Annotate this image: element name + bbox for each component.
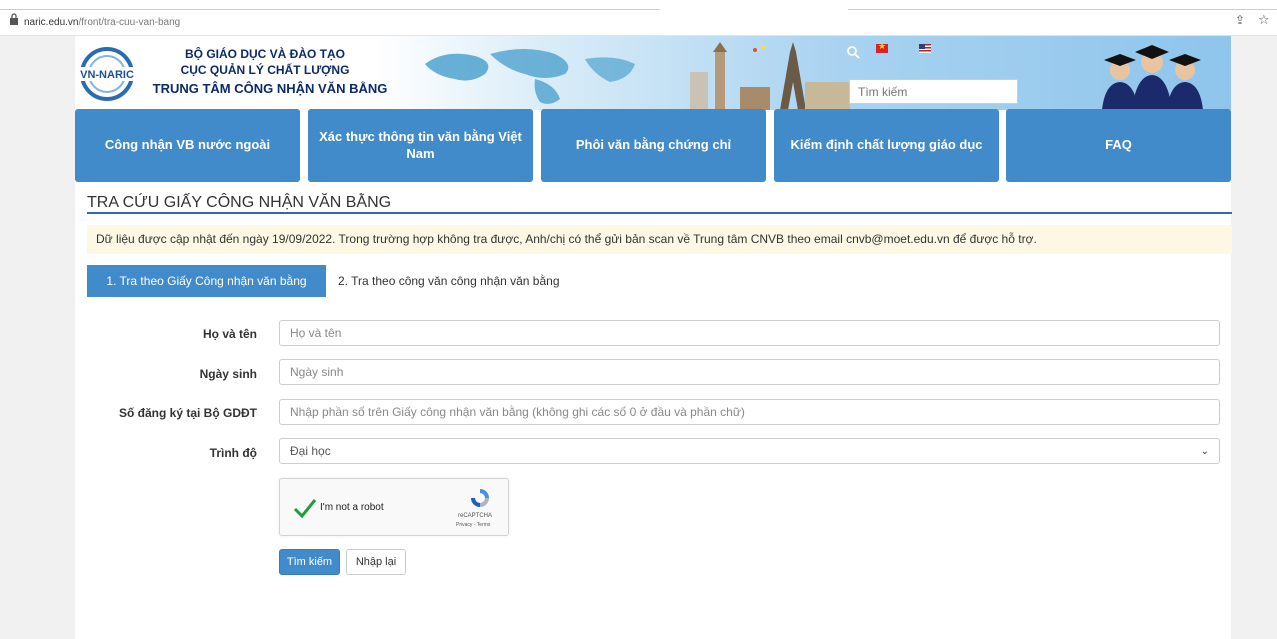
- nav-item-label: Phôi văn bằng chứng chỉ: [575, 137, 732, 153]
- nav-item-degree-blanks[interactable]: Phôi văn bằng chứng chỉ: [541, 109, 766, 182]
- reset-button[interactable]: Nhập lại: [346, 549, 406, 575]
- chevron-down-icon: ⌄: [1200, 445, 1209, 457]
- org-line-ministry: BỘ GIÁO DỤC VÀ ĐÀO TẠO: [184, 47, 345, 61]
- world-map-illustration: [425, 49, 635, 104]
- url-domain: naric.edu.vn: [24, 17, 79, 28]
- recaptcha-label: I'm not a robot: [320, 502, 384, 513]
- tab-strip-line-left: [0, 9, 660, 10]
- org-line-center: TRUNG TÂM CÔNG NHẬN VĂN BẰNG: [152, 81, 388, 96]
- tab-label: 1. Tra theo Giấy Công nhận văn bằng: [106, 274, 307, 288]
- url-path: /front/tra-cuu-van-bang: [78, 17, 181, 28]
- recaptcha-widget: I'm not a robot reCAPTCHA Privacy - Term…: [279, 478, 509, 536]
- bookmark-star-icon[interactable]: ☆: [1258, 12, 1270, 28]
- share-icon[interactable]: ⇪: [1235, 13, 1245, 27]
- education-level-select[interactable]: Đại học ⌄: [279, 438, 1220, 464]
- full-name-label: Họ và tên: [202, 327, 257, 341]
- education-level-value: Đại học: [290, 444, 331, 458]
- url-text[interactable]: naric.edu.vn/front/tra-cuu-van-bang: [24, 17, 180, 28]
- logo-text: VN-NARIC: [80, 69, 134, 81]
- header-search-input[interactable]: [849, 79, 1018, 104]
- main-navigation: Công nhận VB nước ngoài Xác thực thông t…: [75, 109, 1231, 182]
- nav-item-verify-vn-degree[interactable]: Xác thực thông tin văn bằng Việt Nam: [308, 109, 533, 182]
- nav-item-faq[interactable]: FAQ: [1006, 109, 1231, 182]
- tab-label: 2. Tra theo công văn công nhận văn bằng: [338, 274, 560, 288]
- page-title: TRA CỨU GIẤY CÔNG NHẬN VĂN BẰNG: [87, 194, 392, 211]
- full-name-input[interactable]: [279, 320, 1220, 346]
- registration-number-label: Số đăng ký tại Bộ GDĐT: [118, 406, 257, 420]
- page-container: VN-NARIC BỘ GIÁO DỤC VÀ ĐÀO TẠO CỤC QUẢN…: [75, 36, 1232, 639]
- search-button[interactable]: Tìm kiếm: [279, 549, 340, 575]
- nav-item-foreign-degree[interactable]: Công nhận VB nước ngoài: [75, 109, 300, 182]
- tab-strip-line-right: [848, 9, 1277, 10]
- vn-naric-logo[interactable]: VN-NARIC: [77, 46, 137, 102]
- vietnamese-flag-icon[interactable]: [876, 41, 888, 53]
- browser-address-bar: naric.edu.vn/front/tra-cuu-van-bang ⇪ ☆: [0, 0, 1277, 36]
- nav-item-label: FAQ: [1105, 137, 1132, 153]
- education-level-label: Trình độ: [209, 446, 257, 460]
- tab-lookup-by-official-letter[interactable]: 2. Tra theo công văn công nhận văn bằng: [338, 265, 560, 297]
- search-icon[interactable]: [846, 45, 860, 59]
- english-flag-icon[interactable]: [919, 44, 931, 53]
- landmarks-illustration: [690, 42, 850, 110]
- update-notice: Dữ liệu được cập nhật đến ngày 19/09/202…: [87, 225, 1232, 254]
- tab-lookup-by-certificate[interactable]: 1. Tra theo Giấy Công nhận văn bằng: [87, 265, 326, 297]
- nav-item-label: Xác thực thông tin văn bằng Việt Nam: [319, 128, 522, 161]
- nav-item-quality-accreditation[interactable]: Kiểm định chất lượng giáo dục: [774, 109, 999, 182]
- org-line-department: CỤC QUẢN LÝ CHẤT LƯỢNG: [180, 63, 350, 77]
- title-divider: [87, 212, 1232, 214]
- recaptcha-logo-icon: [471, 489, 489, 507]
- nav-item-label: Kiểm định chất lượng giáo dục: [790, 137, 983, 153]
- header-banner: VN-NARIC BỘ GIÁO DỤC VÀ ĐÀO TẠO CỤC QUẢN…: [75, 36, 1231, 110]
- lock-icon[interactable]: [9, 13, 19, 25]
- recaptcha-brand: reCAPTCHA: [458, 513, 493, 519]
- date-of-birth-input[interactable]: [279, 359, 1220, 385]
- recaptcha-terms-link[interactable]: Privacy - Terms: [456, 522, 490, 528]
- checkmark-icon[interactable]: [292, 495, 318, 521]
- graduates-illustration: [1102, 45, 1203, 110]
- date-of-birth-label: Ngày sinh: [199, 367, 257, 381]
- nav-item-label: Công nhận VB nước ngoài: [104, 137, 271, 153]
- registration-number-input[interactable]: [279, 399, 1220, 425]
